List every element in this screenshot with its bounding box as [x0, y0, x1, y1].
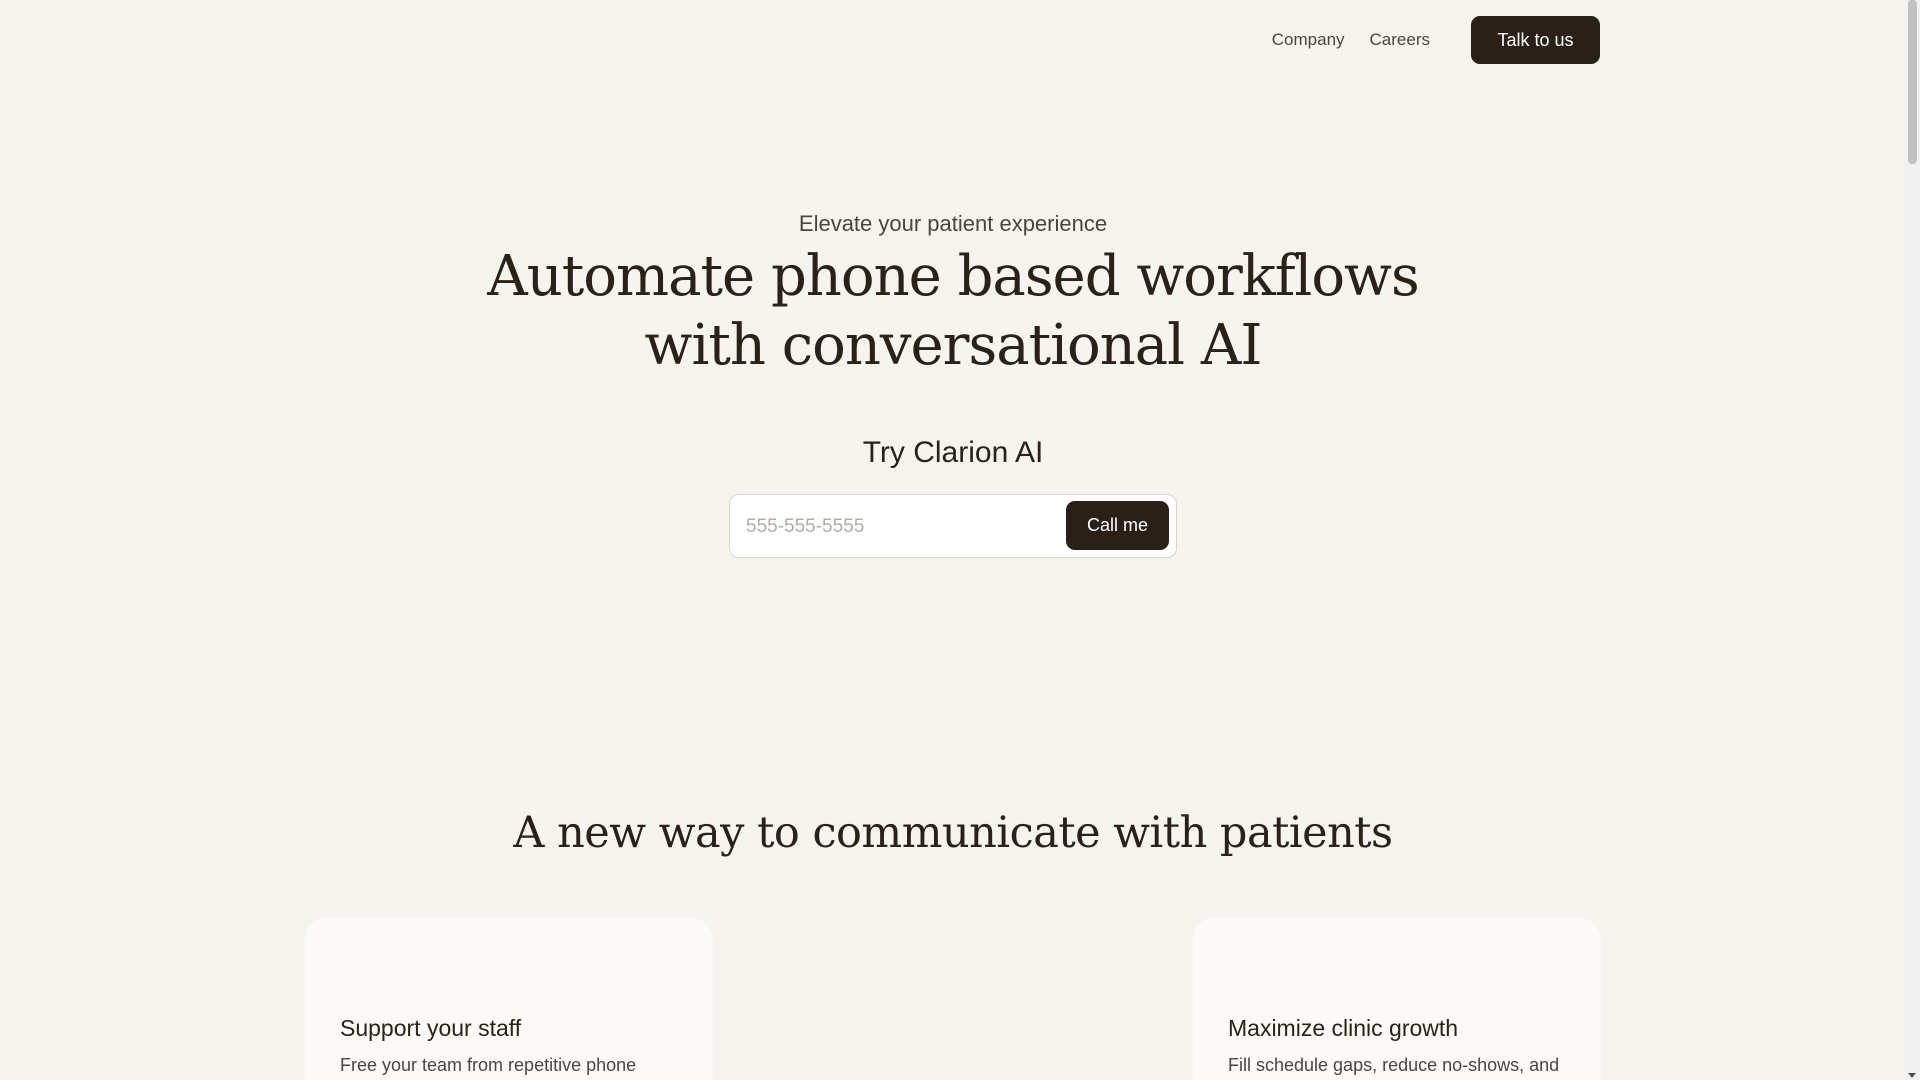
scrollbar-thumb[interactable]	[1908, 0, 1917, 164]
scroll-down-arrow-icon[interactable]	[1908, 1073, 1916, 1078]
talk-to-us-button[interactable]: Talk to us	[1471, 16, 1600, 64]
nav-link-company[interactable]: Company	[1272, 30, 1345, 50]
landing-page: Company Careers Talk to us Elevate your …	[0, 0, 1920, 1080]
feature-card-support-staff: Support your staff Free your team from r…	[305, 918, 713, 1080]
card-text: Fill schedule gaps, reduce no-shows, and	[1228, 1055, 1560, 1075]
top-nav: Company Careers Talk to us	[1272, 16, 1600, 64]
phone-number-input[interactable]	[744, 509, 1048, 545]
nav-link-careers[interactable]: Careers	[1370, 30, 1430, 50]
vertical-scrollbar[interactable]	[1905, 0, 1920, 1080]
call-me-button[interactable]: Call me	[1066, 501, 1169, 550]
hero-eyebrow: Elevate your patient experience	[798, 211, 1108, 236]
feature-card-clinic-growth: Maximize clinic growth Fill schedule gap…	[1193, 918, 1601, 1080]
try-label: Try Clarion AI	[862, 436, 1044, 469]
hero-section: Elevate your patient experience Automate…	[0, 206, 1906, 558]
call-me-form: Call me	[729, 494, 1177, 558]
section-title: A new way to communicate with patients	[513, 808, 1393, 858]
card-title: Maximize clinic growth	[1228, 1015, 1459, 1041]
card-title: Support your staff	[340, 1015, 522, 1041]
card-text: Free your team from repetitive phone	[340, 1055, 637, 1075]
hero-headline: Automate phone based workflows with conv…	[487, 244, 1419, 378]
